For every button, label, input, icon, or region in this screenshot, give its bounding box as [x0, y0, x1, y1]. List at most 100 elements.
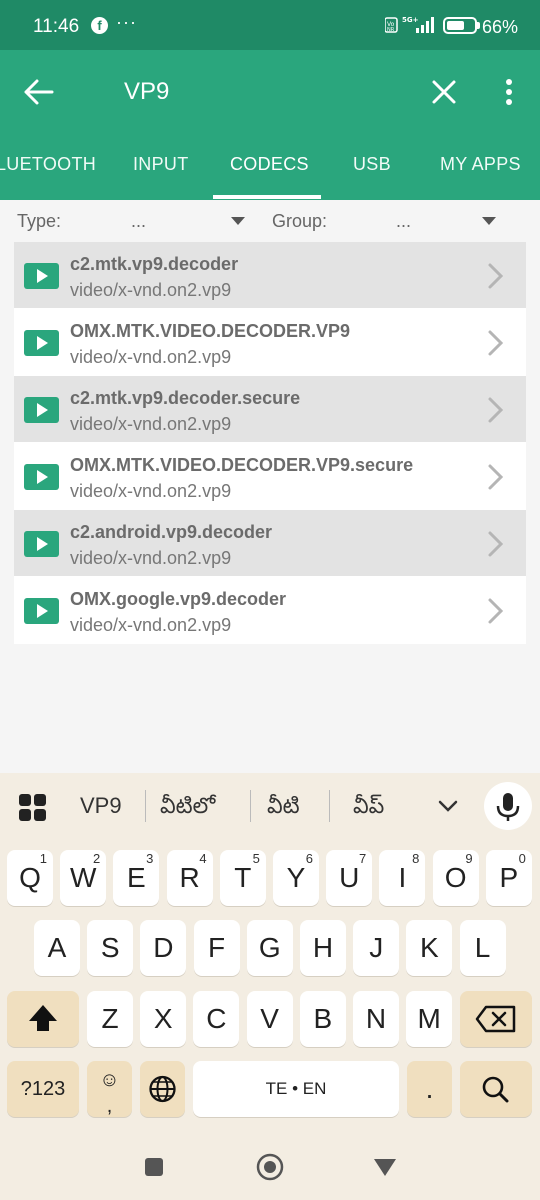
key-u[interactable]: U7 — [326, 850, 373, 906]
tab-my-apps[interactable]: MY APPS — [440, 154, 521, 175]
key-label: T — [234, 862, 252, 893]
key-i[interactable]: I8 — [379, 850, 426, 906]
play-icon — [24, 464, 59, 490]
back-arrow-icon[interactable] — [22, 76, 58, 108]
key-label: V — [260, 1003, 279, 1034]
period-key[interactable]: . — [407, 1061, 452, 1117]
play-icon — [24, 598, 59, 624]
key-h[interactable]: H — [300, 920, 346, 976]
key-number-hint: 6 — [305, 851, 313, 866]
shift-key[interactable] — [7, 991, 79, 1047]
search-key[interactable] — [460, 1061, 532, 1117]
group-filter-value[interactable]: ... — [396, 211, 411, 232]
chevron-right-icon — [488, 531, 504, 557]
close-icon[interactable] — [430, 78, 458, 106]
key-o[interactable]: O9 — [432, 850, 479, 906]
key-v[interactable]: V — [246, 991, 293, 1047]
chevron-right-icon — [488, 464, 504, 490]
key-r[interactable]: R4 — [166, 850, 213, 906]
language-key[interactable] — [140, 1061, 185, 1117]
codec-row[interactable]: c2.mtk.vp9.decoder.secure video/x-vnd.on2… — [14, 376, 526, 443]
key-number-hint: 3 — [146, 851, 154, 866]
codec-row[interactable]: c2.mtk.vp9.decoder video/x-vnd.on2.vp9 — [14, 242, 526, 309]
key-d[interactable]: D — [140, 920, 187, 976]
key-g[interactable]: G — [246, 920, 293, 976]
tab-usb[interactable]: USB — [353, 154, 391, 175]
key-label: N — [365, 1003, 387, 1034]
key-j[interactable]: J — [353, 920, 400, 976]
key-m[interactable]: M — [406, 991, 453, 1047]
emoji-key[interactable]: ☺ , — [87, 1061, 132, 1117]
key-label: A — [47, 932, 67, 963]
home-circle-icon[interactable] — [255, 1152, 285, 1182]
key-p[interactable]: P0 — [485, 850, 532, 906]
svg-text:NR: NR — [387, 27, 395, 33]
key-k[interactable]: K — [406, 920, 453, 976]
overflow-menu-icon[interactable] — [498, 76, 520, 108]
suggestion-divider — [145, 790, 146, 822]
suggestion-2[interactable]: వీటిలో — [160, 793, 215, 824]
key-c[interactable]: C — [193, 991, 240, 1047]
key-f[interactable]: F — [193, 920, 240, 976]
codec-row[interactable]: c2.android.vp9.decoder video/x-vnd.on2.vp… — [14, 510, 526, 577]
symbols-key[interactable]: ?123 — [7, 1061, 79, 1117]
tab-codecs[interactable]: CODECS — [230, 154, 309, 175]
key-e[interactable]: E3 — [113, 850, 160, 906]
backspace-icon — [475, 1005, 516, 1033]
key-label: B — [313, 1003, 333, 1034]
battery-cap — [477, 22, 480, 29]
backspace-key[interactable] — [460, 991, 532, 1047]
tab-bluetooth[interactable]: LUETOOTH — [0, 154, 96, 175]
type-filter-value[interactable]: ... — [131, 211, 146, 232]
key-t[interactable]: T5 — [219, 850, 266, 906]
codec-mime-type: video/x-vnd.on2.vp9 — [70, 414, 232, 434]
key-label: J — [369, 932, 384, 963]
codec-name: c2.mtk.vp9.decoder — [70, 254, 239, 274]
suggestion-1[interactable]: VP9 — [80, 793, 122, 819]
type-dropdown-icon[interactable] — [231, 217, 245, 225]
key-label: U — [339, 862, 360, 893]
key-z[interactable]: Z — [87, 991, 133, 1047]
active-tab-indicator — [213, 195, 321, 199]
key-s[interactable]: S — [87, 920, 134, 976]
facebook-icon: f — [91, 17, 108, 34]
suggestion-3[interactable]: వీటి — [267, 793, 300, 824]
search-query[interactable]: VP9 — [124, 78, 169, 106]
key-label: R — [179, 862, 200, 893]
key-a[interactable]: A — [34, 920, 80, 976]
tab-input[interactable]: INPUT — [133, 154, 189, 175]
codec-name: OMX.MTK.VIDEO.DECODER.VP9.secure — [70, 455, 414, 475]
key-l[interactable]: L — [459, 920, 506, 976]
codec-name: c2.android.vp9.decoder — [70, 522, 273, 542]
key-q[interactable]: Q1 — [7, 850, 53, 906]
key-label: I — [398, 862, 407, 893]
key-label: O — [444, 862, 467, 893]
key-n[interactable]: N — [353, 991, 399, 1047]
key-y[interactable]: Y6 — [273, 850, 319, 906]
key-number-hint: 1 — [39, 851, 47, 866]
microphone-button[interactable] — [484, 782, 532, 830]
suggestion-divider — [329, 790, 330, 822]
emoji-icon: ☺ — [99, 1069, 120, 1091]
space-key[interactable]: TE • EN — [193, 1061, 399, 1117]
type-filter-label: Type: — [17, 211, 62, 231]
key-w[interactable]: W2 — [60, 850, 107, 906]
codec-row[interactable]: OMX.MTK.VIDEO.DECODER.VP9.secure video/x-… — [14, 443, 526, 510]
suggestion-4[interactable]: వీప్ — [353, 793, 384, 824]
codec-mime-type: video/x-vnd.on2.vp9 — [70, 481, 232, 501]
search-icon — [482, 1076, 509, 1103]
key-b[interactable]: B — [299, 991, 346, 1047]
key-label: Q — [19, 862, 41, 893]
codec-row[interactable]: OMX.MTK.VIDEO.DECODER.VP9 video/x-vnd.on2… — [14, 309, 526, 376]
chevron-right-icon — [488, 598, 504, 624]
back-triangle-icon[interactable] — [372, 1157, 398, 1177]
key-label: D — [153, 932, 174, 963]
group-dropdown-icon[interactable] — [482, 217, 496, 225]
chevron-down-icon[interactable] — [437, 797, 459, 815]
recents-square-icon[interactable] — [143, 1156, 165, 1178]
codec-row[interactable]: OMX.google.vp9.decoder video/x-vnd.on2.vp… — [14, 577, 526, 644]
apps-grid-icon[interactable] — [19, 794, 47, 822]
key-label: E — [127, 862, 146, 893]
system-navigation-bar — [0, 1133, 540, 1200]
key-x[interactable]: X — [140, 991, 187, 1047]
